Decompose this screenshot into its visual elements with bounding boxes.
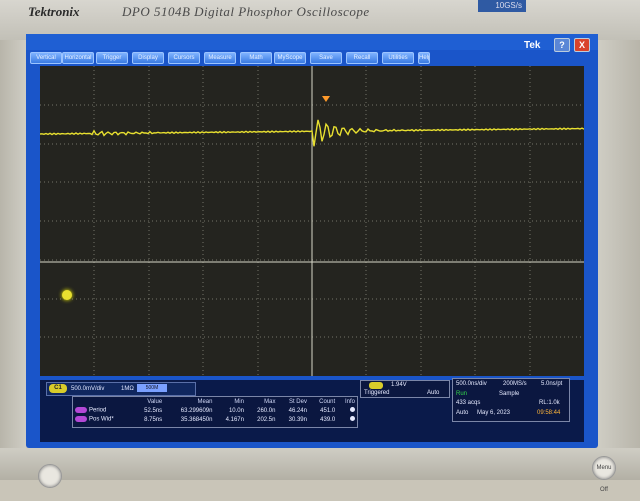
measurement-count: 451.0 [320,407,336,414]
measurement-table[interactable]: Value Mean Min Max St Dev Count Info Per… [72,396,358,428]
info-icon[interactable] [350,407,355,412]
run-state: Run [456,391,468,397]
table-row[interactable]: Pos Wid* 8.75ns 35.368450n 4.167n 202.5n… [73,415,357,424]
measurement-value: 52.5ns [144,407,163,414]
trigger-info[interactable]: 1.94V Triggered Auto [360,380,450,398]
header-mean: Mean [197,398,213,405]
bezel-bottom: Menu Off [0,448,640,493]
menu-myscope[interactable]: MyScope [274,52,306,64]
measurement-value: 8.75ns [144,416,163,423]
ch1-ground-marker-icon[interactable] [62,290,72,300]
bezel-right [598,40,640,480]
close-button[interactable]: X [574,38,590,52]
menu-math[interactable]: Math [240,52,272,64]
bandwidth-tag: 500M [137,384,167,392]
trigger-state: Triggered [364,390,390,396]
header-min: Min [234,398,244,405]
measurement-min: 4.167n [225,416,244,423]
measurement-count: 439.0 [320,416,336,423]
tek-logo: Tek [524,40,541,51]
trigger-mode: Auto [427,390,440,396]
help-button[interactable]: ? [554,38,570,52]
brand-logo: Tektronix [28,4,80,19]
menu-display[interactable]: Display [132,52,164,64]
channel-1-tag: C1 [49,384,67,393]
trigger-source-icon [369,382,383,389]
measurement-source-icon [75,407,87,414]
header-max: Max [264,398,276,405]
menu-bar [26,34,598,50]
measurement-min: 10.0n [228,407,244,414]
measurement-header-row: Value Mean Min Max St Dev Count Info [73,397,357,406]
menu-off-button[interactable]: Menu Off [592,456,616,493]
sample-mode: Sample [499,391,520,397]
channel-scale: 500.0mV/div [71,386,105,392]
acquisition-trigger-mode: Auto [456,410,469,416]
acquisition-info[interactable]: 500.0ns/div 200MS/s 5.0ns/pt Run Sample … [452,378,570,422]
trigger-position-icon[interactable] [322,96,330,102]
menu-vertical[interactable]: Vertical [30,52,62,64]
header-blank [73,397,133,406]
measurement-label: Period [89,407,107,414]
model-label: DPO 5104B Digital Phosphor Oscilloscope [122,4,370,19]
measurement-stdev: 46.24n [288,407,307,414]
measurement-label: Pos Wid* [89,416,114,423]
menu-help[interactable]: Help [418,52,430,64]
header-value: Value [147,398,163,405]
header-count: Count [319,398,336,405]
power-knob[interactable] [38,464,62,488]
table-row[interactable]: Period 52.5ns 63.299609n 10.0n 260.0n 46… [73,406,357,415]
header-stdev: St Dev [288,398,307,405]
menu-utilities[interactable]: Utilities [382,52,414,64]
record-length: RL:1.0k [539,400,560,406]
trigger-level: 1.94V [391,382,407,388]
sample-rate-badge: 10GS/s [478,0,526,12]
waveform-grid [39,66,585,376]
date: May 6, 2023 [477,410,511,416]
menu-horizontal[interactable]: Horizontal [62,52,94,64]
info-icon[interactable] [350,416,355,421]
menu-recall[interactable]: Recall [346,52,378,64]
measurement-source-icon [75,416,87,423]
time: 09:58:44 [537,410,561,416]
measurement-mean: 63.299609n [180,407,213,414]
menu-save[interactable]: Save [310,52,342,64]
menu-trigger[interactable]: Trigger [96,52,128,64]
menu-cursors[interactable]: Cursors [168,52,200,64]
resolution: 5.0ns/pt [541,381,563,387]
channel-impedance: 1MΩ [121,386,134,392]
channel-1-info[interactable]: C1 500.0mV/div 1MΩ 500M [46,382,196,396]
bezel-left [0,40,26,480]
measurement-mean: 35.368450n [180,416,213,423]
header-info: Info [344,398,355,405]
sample-rate: 200MS/s [503,381,527,387]
measurement-max: 202.5n [257,416,276,423]
menu-measure[interactable]: Measure [204,52,236,64]
measurement-stdev: 30.39n [288,416,307,423]
measurement-max: 260.0n [257,407,276,414]
timebase: 500.0ns/div [456,381,487,387]
acquisition-count: 433 acqs [456,400,481,406]
waveform-display[interactable] [39,66,585,376]
